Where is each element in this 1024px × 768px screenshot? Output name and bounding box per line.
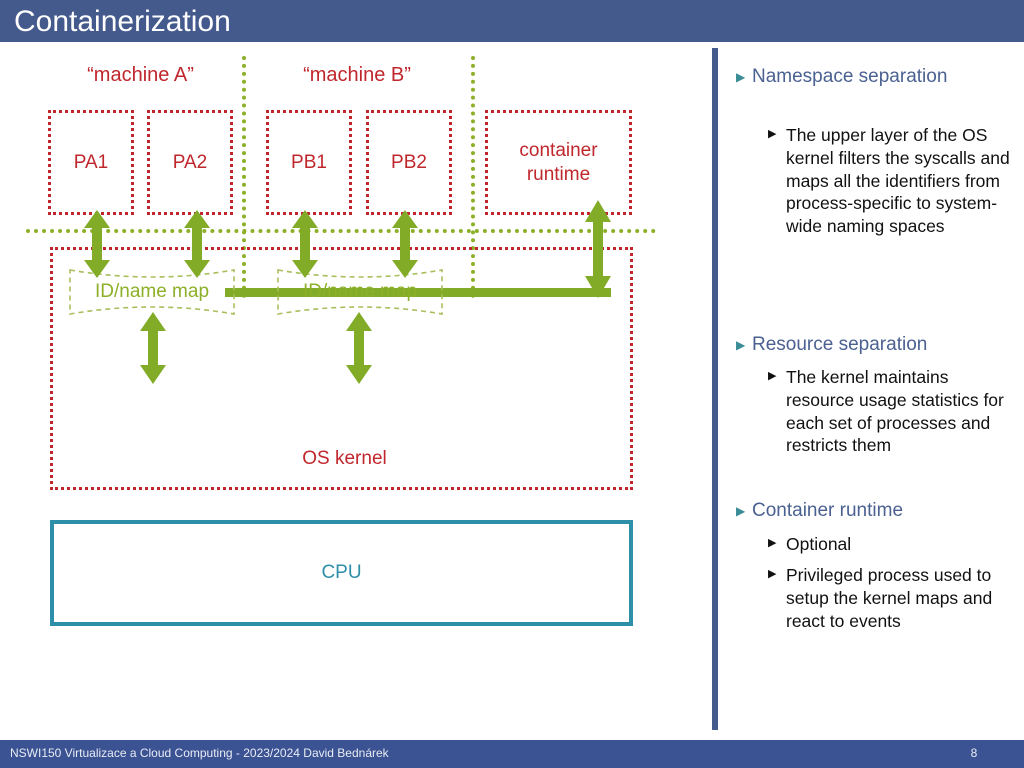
bullet-text-panel: ▶ Namespace separation ▶ The upper layer… [712, 48, 1012, 730]
bullet-l1-label: Namespace separation [752, 66, 948, 87]
footer-course-label: NSWI150 Virtualizace a Cloud Computing -… [10, 746, 389, 760]
bullet-l2-label: Privileged process used to setup the ker… [786, 565, 993, 631]
arrow-map-b-to-kernel [344, 312, 374, 384]
bullet-triangle-icon: ▶ [736, 70, 746, 84]
bullet-container-runtime: ▶ Container runtime [736, 498, 1004, 523]
bullet-triangle-icon: ▶ [768, 370, 777, 382]
arrow-pa1-to-map [82, 210, 112, 278]
process-label: PB1 [291, 151, 327, 173]
bullet-triangle-icon: ▶ [768, 537, 777, 549]
bullet-resource-detail-1: ▶ The kernel maintains resource usage st… [768, 366, 1010, 457]
bullet-triangle-icon: ▶ [768, 568, 777, 580]
container-runtime-label-line1: container [519, 139, 598, 161]
bullet-resource-separation: ▶ Resource separation [736, 332, 1004, 357]
containerization-diagram: “machine A” “machine B” PA1 PA2 PB1 PB2 … [0, 42, 700, 732]
bullet-triangle-icon: ▶ [736, 504, 746, 518]
process-box-pa1: PA1 [48, 110, 134, 215]
arrow-runtime-to-bar [583, 200, 613, 298]
process-label: PB2 [391, 151, 427, 173]
slide-title-bar: Containerization [0, 0, 1024, 42]
bullet-runtime-detail-1: ▶ Optional [768, 533, 1010, 556]
process-box-pa2: PA2 [147, 110, 233, 215]
process-label: PA2 [172, 151, 208, 173]
bullet-l1-label: Resource separation [752, 334, 928, 355]
container-runtime-label-line2: runtime [526, 163, 591, 185]
arrow-pb2-to-map [390, 210, 420, 278]
process-box-pb1: PB1 [266, 110, 352, 215]
bullet-l2-label: Optional [786, 534, 852, 554]
arrow-pb1-to-map [290, 210, 320, 278]
machine-a-label: “machine A” [87, 64, 194, 86]
cpu-label: CPU [321, 562, 362, 583]
page-title: Containerization [14, 5, 231, 38]
slide-footer-bar: NSWI150 Virtualizace a Cloud Computing -… [0, 740, 1024, 768]
os-kernel-label-wrap: OS kernel [53, 448, 636, 470]
bullet-namespace-separation: ▶ Namespace separation [736, 64, 1004, 89]
panel-accent-rule [712, 48, 718, 730]
process-label: PA1 [73, 151, 109, 173]
namespace-layer-line [26, 229, 656, 233]
bullet-triangle-icon: ▶ [768, 128, 777, 140]
arrow-pa2-to-map [182, 210, 212, 278]
machine-b-label: “machine B” [303, 64, 411, 86]
bullet-l1-label: Container runtime [752, 500, 904, 521]
bullet-l2-label: The upper layer of the OS kernel filters… [786, 125, 1010, 236]
bullet-triangle-icon: ▶ [736, 338, 746, 352]
os-kernel-label: OS kernel [302, 448, 387, 469]
arrow-map-a-to-kernel [138, 312, 168, 384]
bullet-runtime-detail-2: ▶ Privileged process used to setup the k… [768, 564, 1010, 632]
bullet-l2-label: The kernel maintains resource usage stat… [786, 367, 1004, 456]
process-box-pb2: PB2 [366, 110, 452, 215]
cpu-box: CPU [50, 520, 633, 626]
bullet-namespace-detail-1: ▶ The upper layer of the OS kernel filte… [768, 124, 1010, 238]
footer-page-number: 8 [970, 746, 978, 760]
